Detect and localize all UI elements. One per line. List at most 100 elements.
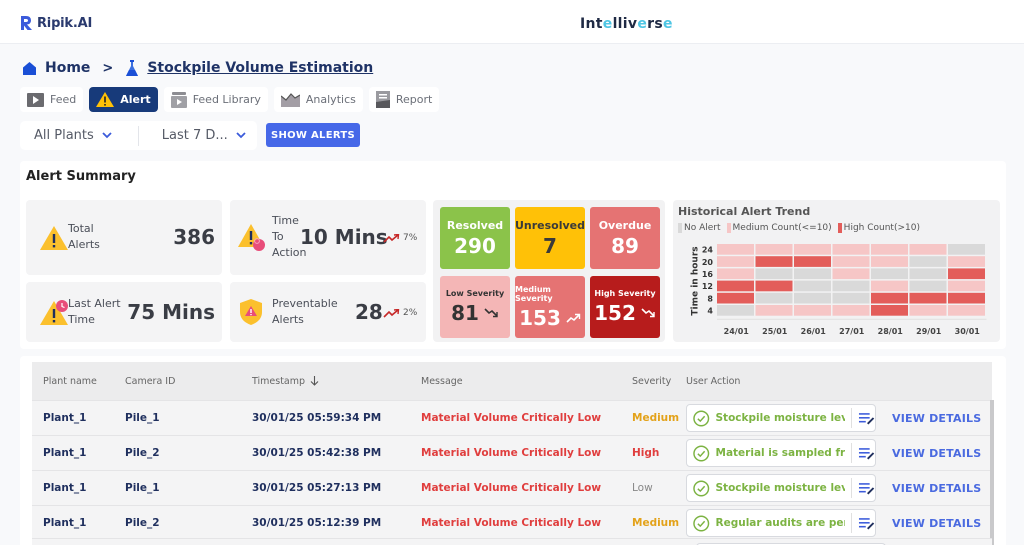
heatmap-cell[interactable] [832, 305, 870, 316]
edit-notes-icon[interactable] [858, 446, 875, 460]
heatmap-cell[interactable] [948, 268, 985, 280]
table-row[interactable]: Plant_1 Pile_2 30/01/25 05:42:38 PM Materia… [32, 435, 992, 470]
overdue-card[interactable]: Overdue 89 [590, 207, 660, 269]
heatmap-cell[interactable] [794, 280, 831, 292]
heatmap-cell[interactable] [794, 256, 831, 267]
unresolved-card[interactable]: Unresolved 7 [515, 207, 585, 269]
view-details-link[interactable]: VIEW DETAILS [892, 447, 981, 460]
cell-timestamp: 30/01/25 05:12:39 PM [252, 517, 382, 529]
breadcrumb-current[interactable]: Stockpile Volume Estimation [147, 60, 373, 76]
heatmap-cell[interactable] [871, 305, 908, 316]
heatmap-cell[interactable] [909, 280, 947, 292]
y-tick-label: 20 [702, 258, 714, 267]
heatmap-cell[interactable] [717, 244, 754, 255]
user-action-box[interactable]: Regular audits are per... [686, 509, 876, 537]
view-details-link[interactable]: VIEW DETAILS [892, 412, 981, 425]
heatmap-cell[interactable] [832, 256, 870, 267]
heatmap-cell[interactable] [755, 280, 793, 292]
table-scrollbar[interactable] [990, 400, 994, 545]
cell-plant: Plant_1 [43, 482, 87, 494]
header-message[interactable]: Message [421, 376, 632, 387]
heatmap-cell[interactable] [948, 280, 985, 292]
heatmap-cell[interactable] [948, 305, 985, 316]
heatmap-cell[interactable] [794, 268, 831, 280]
edit-notes-icon[interactable] [858, 411, 875, 425]
heatmap-cell[interactable] [909, 244, 947, 255]
table-row[interactable]: Plant_1 Pile_2 30/01/25 05:12:39 PM Materia… [32, 505, 992, 540]
tab-label: Alert [120, 93, 151, 106]
header-user-action[interactable]: User Action [686, 376, 892, 387]
heatmap-cell[interactable] [871, 280, 908, 292]
edit-notes-icon[interactable] [858, 481, 875, 495]
heatmap-cell[interactable] [755, 292, 793, 304]
heatmap-cell[interactable] [717, 268, 754, 280]
brand-part: rs [647, 16, 663, 32]
alert-summary-panel: Alert Summary Total Alerts 386 Time To Acti… [20, 161, 1006, 349]
heatmap-cell[interactable] [948, 244, 985, 255]
heatmap-cell[interactable] [832, 280, 870, 292]
tab-feed[interactable]: Feed [20, 87, 84, 112]
header-camera-id[interactable]: Camera ID [125, 376, 252, 387]
table-row[interactable]: Plant_1 Pile_1 30/01/25 05:59:34 PM Materia… [32, 400, 992, 435]
edit-notes-icon[interactable] [858, 516, 875, 530]
heatmap-cell[interactable] [755, 256, 793, 267]
heatmap-cell[interactable] [717, 292, 754, 304]
heatmap-cell[interactable] [755, 244, 793, 255]
y-tick-label: 16 [702, 270, 714, 279]
heatmap-cell[interactable] [794, 244, 831, 255]
tab-feed-library[interactable]: Feed Library [163, 87, 268, 112]
heatmap-cell[interactable] [871, 256, 908, 267]
view-details-link[interactable]: VIEW DETAILS [892, 482, 981, 495]
header-timestamp[interactable]: Timestamp [252, 376, 421, 387]
tab-report[interactable]: Report [368, 87, 440, 112]
heatmap-cell[interactable] [909, 292, 947, 304]
user-action-box[interactable]: Stockpile moisture lev... [686, 474, 876, 502]
header-severity[interactable]: Severity [632, 376, 686, 387]
table-row[interactable]: Plant_1 Pile_1 30/01/25 05:27:13 PM Materia… [32, 470, 992, 505]
heatmap-cell[interactable] [948, 292, 985, 304]
user-action-box[interactable]: Stockpile moisture lev... [686, 404, 876, 432]
status-panel: Resolved 290 Unresolved 7 Overdue 89 Low… [433, 200, 665, 342]
heatmap-cell[interactable] [909, 305, 947, 316]
view-details-link[interactable]: VIEW DETAILS [892, 517, 981, 530]
header-plant-name[interactable]: Plant name [32, 376, 125, 387]
heatmap-cell[interactable] [832, 244, 870, 255]
heatmap-cell[interactable] [717, 280, 754, 292]
heatmap-cell[interactable] [717, 256, 754, 267]
user-action-box[interactable]: Material is sampled fro... [686, 439, 876, 467]
ripik-logo[interactable]: Ripik.AI [20, 15, 92, 31]
heatmap-cell[interactable] [832, 268, 870, 280]
plant-select[interactable]: All Plants [20, 128, 112, 143]
table-header: Plant name Camera ID Timestamp Message S… [32, 362, 992, 400]
heatmap-cell[interactable] [871, 268, 908, 280]
tab-analytics[interactable]: Analytics [273, 87, 363, 112]
kpi-value: 28 [355, 300, 383, 324]
action-divider [850, 478, 852, 498]
heatmap-cell[interactable] [948, 256, 985, 267]
heatmap-cell[interactable] [832, 292, 870, 304]
check-circle-icon [693, 479, 710, 497]
kpi-last-alert-time: Last Alert Time 75 Mins [26, 282, 222, 342]
resolved-card[interactable]: Resolved 290 [440, 207, 510, 269]
cell-plant: Plant_1 [43, 447, 87, 459]
heatmap-cell[interactable] [794, 305, 831, 316]
heatmap-cell[interactable] [871, 244, 908, 255]
heatmap-cell[interactable] [909, 256, 947, 267]
heatmap-cell[interactable] [794, 292, 831, 304]
sort-down-icon[interactable] [310, 376, 319, 386]
heatmap-cell[interactable] [717, 305, 754, 316]
tab-alert[interactable]: Alert [89, 87, 158, 112]
low-severity-card[interactable]: Low Severity 81 [440, 276, 510, 338]
heatmap-cell[interactable] [755, 268, 793, 280]
heatmap-cell[interactable] [871, 292, 908, 304]
heatmap-cell[interactable] [909, 268, 947, 280]
heatmap-cell[interactable] [755, 305, 793, 316]
tab-label: Analytics [305, 93, 356, 106]
medium-severity-card[interactable]: Medium Severity 153 [515, 276, 585, 338]
header-timestamp-label: Timestamp [252, 375, 306, 387]
kpi-label: Last Alert [68, 297, 121, 310]
show-alerts-button[interactable]: SHOW ALERTS [266, 123, 360, 147]
high-severity-card[interactable]: High Severity 152 [590, 276, 660, 338]
breadcrumb-home[interactable]: Home [45, 60, 90, 76]
date-range-select[interactable]: Last 7 D... [139, 128, 246, 143]
